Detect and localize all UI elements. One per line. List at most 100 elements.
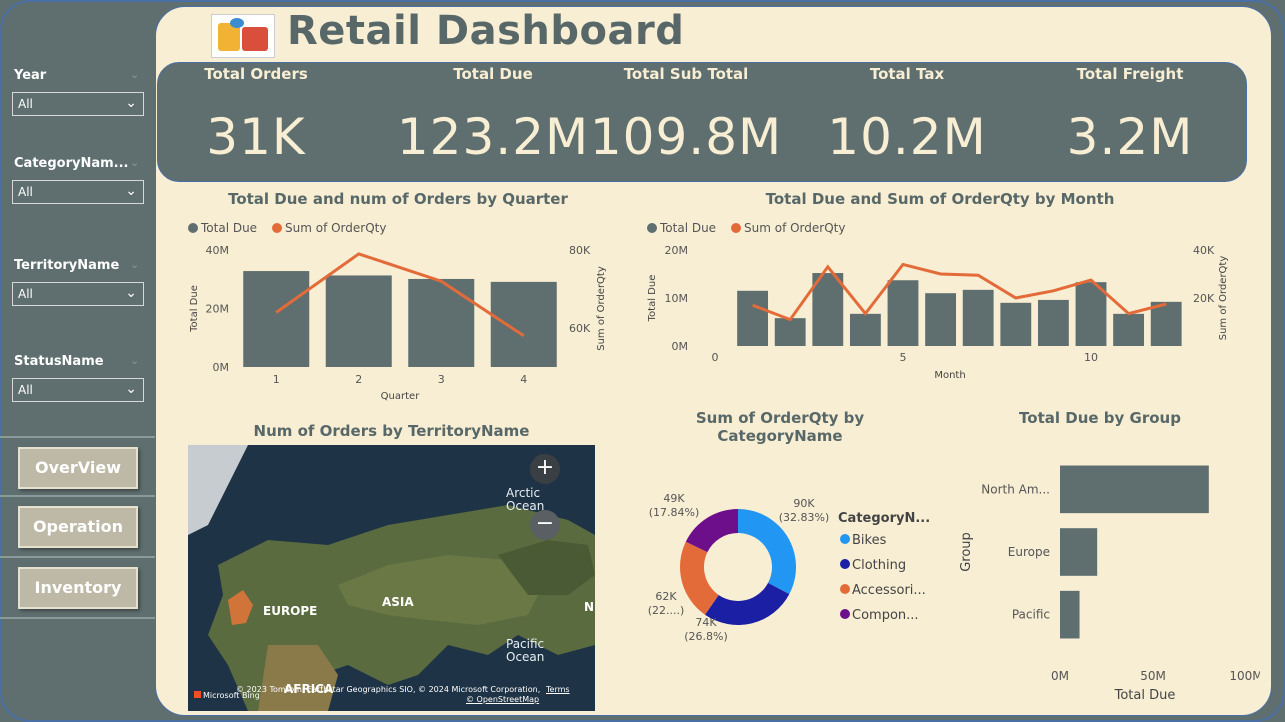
x-tick-label: 10: [1084, 351, 1098, 364]
x-tick-label: 4: [520, 373, 527, 386]
y2-axis-title: Sum of OrderQty: [596, 266, 607, 351]
map-attribution: © 2023 TomTom, Earthstar Geographics SIO…: [236, 685, 541, 694]
slice-value-label: 90K: [793, 497, 815, 510]
month-chart[interactable]: Total Due Sum of OrderQty 20M 10M 0M 40K 20K 0 5…: [640, 214, 1240, 384]
kpi-sub-total-label: Total Sub Total: [623, 65, 749, 83]
slicer-category-label: CategoryNam...: [14, 156, 129, 171]
bar-group-3: [1060, 590, 1080, 639]
nav-divider: [0, 617, 155, 619]
chevron-down-icon[interactable]: ⌄: [130, 156, 139, 169]
slice-percent-label: (17.84%): [649, 506, 700, 519]
x-tick-label: 3: [438, 373, 445, 386]
x-tick-label: 0M: [1051, 669, 1069, 683]
bar-total-due: [1113, 313, 1145, 346]
legend-item: Total Due: [659, 221, 716, 235]
y-tick-label: North Am...: [981, 482, 1050, 496]
legend-marker: [731, 223, 741, 233]
category-donut-chart[interactable]: 90K(32.83%) 74K(26.8%) 62K(22....) 49K(17.8…: [640, 480, 940, 660]
map-terms-link[interactable]: Terms: [546, 685, 570, 694]
y-axis-title: Total Due: [189, 285, 200, 333]
kpi-total-tax-label: Total Tax: [869, 65, 945, 83]
legend-marker: [840, 609, 850, 619]
x-tick-label: 50M: [1140, 669, 1166, 683]
slice-percent-label: (26.8%): [684, 630, 728, 643]
legend-marker: [647, 223, 657, 233]
operation-nav-button[interactable]: Operation: [18, 506, 138, 548]
x-tick-label: 1: [273, 373, 280, 386]
y2-tick-label: 40K: [1193, 244, 1215, 257]
slicer-status-dropdown[interactable]: All ⌄: [12, 378, 144, 402]
retail-logo-image: [211, 14, 275, 58]
slice-value-label: 74K: [695, 616, 717, 629]
slice-percent-label: (32.83%): [779, 511, 830, 524]
x-axis-title: Quarter: [381, 391, 421, 402]
category-chart-title: Sum of OrderQty by CategoryName: [695, 409, 865, 445]
y-tick-label: 20M: [665, 244, 689, 257]
legend-item: Sum of OrderQty: [744, 221, 845, 235]
map-osm-link[interactable]: © OpenStreetMap: [466, 695, 539, 704]
y-tick-label: 40M: [206, 244, 230, 257]
map-label-asia: ASIA: [382, 595, 414, 609]
nav-divider: [0, 556, 155, 558]
slicer-category-dropdown[interactable]: All ⌄: [12, 180, 144, 204]
nav-divider: [0, 495, 155, 497]
y-tick-label: 0M: [672, 340, 689, 353]
chevron-down-icon: ⌄: [125, 95, 137, 111]
slicer-territory-dropdown[interactable]: All ⌄: [12, 282, 144, 306]
group-chart-title: Total Due by Group: [1019, 409, 1181, 427]
bar-total-due: [887, 280, 919, 346]
y-tick-label: Europe: [1008, 545, 1050, 559]
bar-group-1: [1060, 465, 1209, 514]
y-axis-title: Group: [959, 532, 974, 572]
bar-total-due: [1150, 301, 1182, 346]
kpi-sub-total-value: 109.8M: [589, 108, 783, 166]
zoom-in-button[interactable]: +: [530, 454, 560, 484]
kpi-total-due-label: Total Due: [453, 65, 533, 83]
slicer-territory-value: All: [18, 287, 33, 301]
group-bar-chart[interactable]: North Am... Europe Pacific 0M 50M 100M Group To…: [950, 450, 1260, 708]
map-label-europe: EUROPE: [263, 604, 318, 618]
chevron-down-icon: ⌄: [125, 381, 137, 397]
slice-percent-label: (22....): [648, 604, 685, 617]
y-axis-title: Total Due: [647, 275, 658, 323]
quarter-chart[interactable]: Total Due Sum of OrderQty 40M 20M 0M 80K 60K 1 2…: [180, 214, 620, 404]
slicer-year-dropdown[interactable]: All ⌄: [12, 92, 144, 116]
legend-marker: [840, 534, 850, 544]
legend-marker: [272, 223, 282, 233]
chevron-down-icon[interactable]: ⌄: [130, 68, 139, 81]
slicer-year-label: Year: [14, 68, 47, 83]
inventory-nav-button[interactable]: Inventory: [18, 567, 138, 609]
territory-map[interactable]: EUROPE ASIA AFRICA Arctic Ocean Pacific …: [188, 445, 595, 711]
legend-item: Accessori...: [852, 583, 926, 598]
y-tick-label: Pacific: [1012, 608, 1050, 622]
chevron-down-icon[interactable]: ⌄: [130, 354, 139, 367]
nav-divider: [0, 436, 155, 438]
slicer-year-value: All: [18, 97, 33, 111]
quarter-chart-title: Total Due and num of Orders by Quarter: [228, 190, 568, 208]
x-axis-title: Month: [934, 370, 965, 381]
bar-total-due: [1037, 299, 1069, 346]
y-tick-label: 10M: [665, 292, 689, 305]
y-tick-label: 20M: [206, 303, 230, 316]
map-label-edge: N: [584, 600, 595, 614]
bar-total-due: [243, 271, 310, 367]
bar-total-due: [490, 281, 557, 367]
kpi-freight-value: 3.2M: [1066, 108, 1194, 166]
line-sum-orderqty: [275, 252, 525, 338]
bar-total-due: [325, 275, 392, 367]
legend-marker: [840, 559, 850, 569]
bar-total-due: [1000, 302, 1032, 346]
map-title: Num of Orders by TerritoryName: [253, 422, 530, 440]
zoom-out-button[interactable]: −: [530, 510, 560, 540]
y-tick-label: 0M: [213, 361, 230, 374]
legend-item: Total Due: [200, 221, 257, 235]
y2-tick-label: 80K: [569, 244, 591, 257]
x-tick-label: 0: [712, 351, 719, 364]
legend-item: Clothing: [852, 558, 906, 573]
y2-tick-label: 60K: [569, 322, 591, 335]
map-terrain: [188, 445, 595, 711]
overview-nav-button[interactable]: OverView: [18, 447, 138, 489]
kpi-total-due-value: 123.2M: [396, 108, 590, 166]
chevron-down-icon[interactable]: ⌄: [130, 258, 139, 271]
slicer-status-value: All: [18, 383, 33, 397]
